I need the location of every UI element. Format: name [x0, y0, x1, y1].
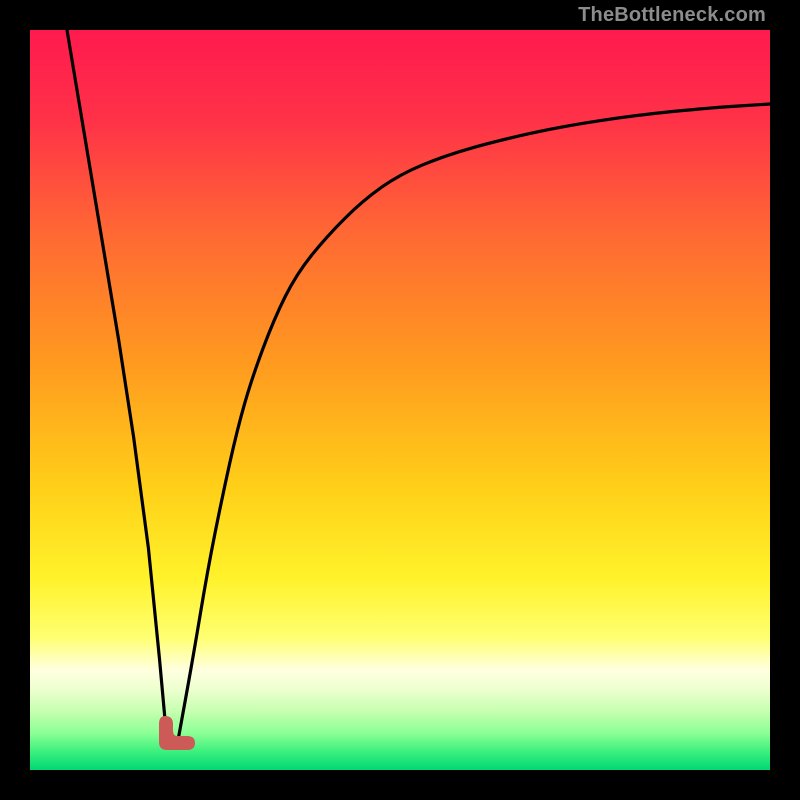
curve-layer	[30, 30, 770, 770]
watermark-text: TheBottleneck.com	[578, 4, 766, 27]
plot-area	[30, 30, 770, 770]
left-descent-line	[67, 30, 167, 740]
outer-black-frame: TheBottleneck.com	[0, 0, 800, 800]
right-rise-line	[178, 104, 770, 740]
optimum-marker	[153, 714, 197, 754]
